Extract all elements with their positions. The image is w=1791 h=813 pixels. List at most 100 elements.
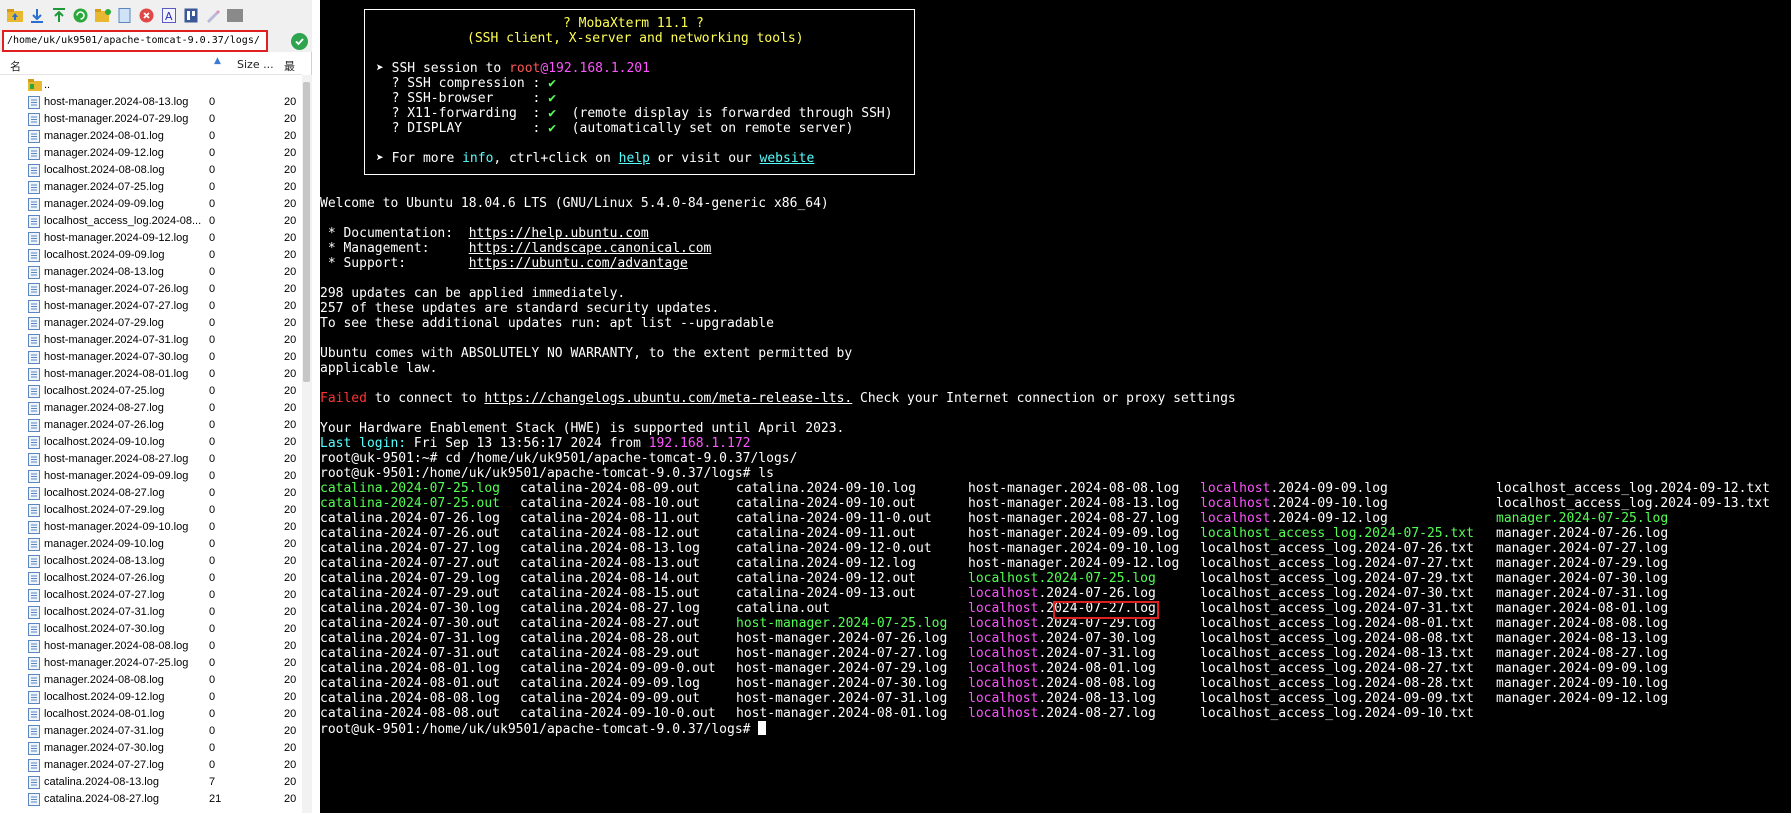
file-row[interactable]: host-manager.2024-09-09.log 0 20 (0, 468, 302, 485)
file-row[interactable]: localhost.2024-07-30.log 0 20 (0, 621, 302, 638)
file-modified: 20 (284, 589, 297, 601)
panel-splitter[interactable] (312, 0, 320, 813)
new-folder-icon[interactable] (94, 7, 111, 24)
file-row[interactable]: catalina.2024-08-27.log 21 20 (0, 791, 302, 808)
file-row[interactable]: manager.2024-07-25.log 0 20 (0, 179, 302, 196)
feature-x11-forwarding: ? X11-forwarding : ✔ (remote display is … (376, 106, 893, 121)
column-header-modified[interactable]: 最 (284, 58, 295, 74)
rename-icon[interactable]: A (160, 7, 177, 24)
file-row[interactable]: manager.2024-09-09.log 0 20 (0, 196, 302, 213)
file-row[interactable]: localhost.2024-09-09.log 0 20 (0, 247, 302, 264)
parent-directory-row[interactable]: .. (0, 77, 302, 94)
file-row[interactable]: localhost_access_log.2024-08... 0 20 (0, 213, 302, 230)
banner-title: ? MobaXterm 11.1 ? (563, 16, 704, 31)
info-link[interactable]: info (462, 151, 493, 166)
file-row[interactable]: manager.2024-08-13.log 0 20 (0, 264, 302, 281)
terminal[interactable]: ? MobaXterm 11.1 ? (SSH client, X-server… (320, 0, 1791, 813)
file-row[interactable]: host-manager.2024-08-13.log 0 20 (0, 94, 302, 111)
follow-folder-check-icon[interactable] (291, 33, 308, 50)
ls-entry: catalina-2024-08-01.out (320, 676, 501, 691)
file-row[interactable]: localhost.2024-08-08.log 0 20 (0, 162, 302, 179)
file-size: 0 (209, 419, 216, 431)
file-name: localhost.2024-08-01.log (44, 708, 165, 720)
file-row[interactable]: manager.2024-09-10.log 0 20 (0, 536, 302, 553)
file-row[interactable]: localhost.2024-09-10.log 0 20 (0, 434, 302, 451)
file-row[interactable]: manager.2024-07-30.log 0 20 (0, 740, 302, 757)
column-header-name[interactable]: 名 (10, 58, 21, 74)
file-row[interactable]: manager.2024-07-26.log 0 20 (0, 417, 302, 434)
new-file-icon[interactable] (116, 7, 133, 24)
ls-entry: localhost_access_log.2024-08-01.txt (1200, 616, 1474, 631)
terminal-icon[interactable] (226, 7, 243, 24)
file-row[interactable]: localhost.2024-09-12.log 0 20 (0, 689, 302, 706)
file-row[interactable]: manager.2024-08-27.log 0 20 (0, 400, 302, 417)
file-name: catalina.2024-08-13.log (44, 776, 159, 788)
delete-icon[interactable] (138, 7, 155, 24)
file-row[interactable]: host-manager.2024-08-08.log 0 20 (0, 638, 302, 655)
refresh-icon[interactable] (72, 7, 89, 24)
file-row[interactable]: localhost.2024-07-29.log 0 20 (0, 502, 302, 519)
help-link[interactable]: help (619, 151, 650, 166)
file-row[interactable]: host-manager.2024-07-27.log 0 20 (0, 298, 302, 315)
ls-entry-rest-part: .2024-08-01.log (1038, 661, 1156, 676)
ls-entry: localhost.2024-07-25.log (968, 571, 1156, 586)
file-row[interactable]: host-manager.2024-07-31.log 0 20 (0, 332, 302, 349)
file-row[interactable]: manager.2024-07-31.log 0 20 (0, 723, 302, 740)
column-header-size[interactable]: Size ... (237, 58, 274, 71)
file-row[interactable]: host-manager.2024-07-26.log 0 20 (0, 281, 302, 298)
file-name: manager.2024-07-30.log (44, 742, 164, 754)
welcome-line: Welcome to Ubuntu 18.04.6 LTS (GNU/Linux… (320, 196, 829, 211)
file-modified: 20 (284, 606, 297, 618)
file-size: 0 (209, 147, 216, 159)
permissions-icon[interactable] (182, 7, 199, 24)
file-row[interactable]: localhost.2024-07-25.log 0 20 (0, 383, 302, 400)
file-row[interactable]: manager.2024-07-29.log 0 20 (0, 315, 302, 332)
file-row[interactable]: manager.2024-08-08.log 0 20 (0, 672, 302, 689)
file-row[interactable]: localhost.2024-08-01.log 0 20 (0, 706, 302, 723)
file-modified: 20 (284, 657, 297, 669)
folder-up-icon[interactable] (6, 7, 23, 24)
file-row[interactable]: localhost.2024-08-27.log 0 20 (0, 485, 302, 502)
file-row[interactable]: host-manager.2024-07-30.log 0 20 (0, 349, 302, 366)
file-modified: 20 (284, 113, 297, 125)
file-row[interactable]: localhost.2024-07-31.log 0 20 (0, 604, 302, 621)
changelogs-link[interactable]: https://changelogs.ubuntu.com/meta-relea… (484, 391, 852, 406)
support-link[interactable]: https://ubuntu.com/advantage (469, 256, 688, 271)
file-row[interactable]: host-manager.2024-09-10.log 0 20 (0, 519, 302, 536)
file-row[interactable]: host-manager.2024-08-01.log 0 20 (0, 366, 302, 383)
download-icon[interactable] (28, 7, 45, 24)
file-list-scrollbar-thumb[interactable] (303, 82, 310, 382)
file-name: manager.2024-07-29.log (44, 317, 164, 329)
ls-entry: catalina-2024-09-10.out (736, 496, 917, 511)
file-row[interactable]: manager.2024-08-01.log 0 20 (0, 128, 302, 145)
file-row[interactable]: manager.2024-07-27.log 0 20 (0, 757, 302, 774)
file-modified: 20 (284, 402, 297, 414)
file-modified: 20 (284, 691, 297, 703)
file-row[interactable]: manager.2024-09-12.log 0 20 (0, 145, 302, 162)
file-row[interactable]: localhost.2024-07-27.log 0 20 (0, 587, 302, 604)
website-link[interactable]: website (760, 151, 815, 166)
file-row[interactable]: localhost.2024-07-26.log 0 20 (0, 570, 302, 587)
file-size: 0 (209, 453, 216, 465)
file-row[interactable]: localhost.2024-08-13.log 0 20 (0, 553, 302, 570)
edit-icon[interactable] (204, 7, 221, 24)
management-link[interactable]: https://landscape.canonical.com (469, 241, 712, 256)
file-row[interactable]: catalina.2024-08-13.log 7 20 (0, 774, 302, 791)
log-file-icon (28, 572, 40, 585)
ls-entry-rest-part: .2024-09-12.log (1270, 511, 1388, 526)
file-row[interactable]: host-manager.2024-07-29.log 0 20 (0, 111, 302, 128)
support-line: * Support: https://ubuntu.com/advantage (320, 256, 688, 271)
ls-entry: host-manager.2024-07-30.log (736, 676, 948, 691)
file-name: host-manager.2024-07-26.log (44, 283, 189, 295)
docs-link[interactable]: https://help.ubuntu.com (469, 226, 649, 241)
last-login-line: Last login: Fri Sep 13 13:56:17 2024 fro… (320, 436, 751, 451)
file-row[interactable]: host-manager.2024-08-27.log 0 20 (0, 451, 302, 468)
upload-icon[interactable] (50, 7, 67, 24)
file-size: 0 (209, 351, 216, 363)
ls-entry: catalina-2024-08-12.out (520, 526, 701, 541)
file-row[interactable]: host-manager.2024-07-25.log 0 20 (0, 655, 302, 672)
ls-entry-highlight-part: localhost (968, 661, 1039, 676)
file-name: localhost.2024-08-08.log (44, 164, 165, 176)
file-row[interactable]: host-manager.2024-09-12.log 0 20 (0, 230, 302, 247)
path-input[interactable]: /home/uk/uk9501/apache-tomcat-9.0.37/log… (2, 30, 268, 52)
